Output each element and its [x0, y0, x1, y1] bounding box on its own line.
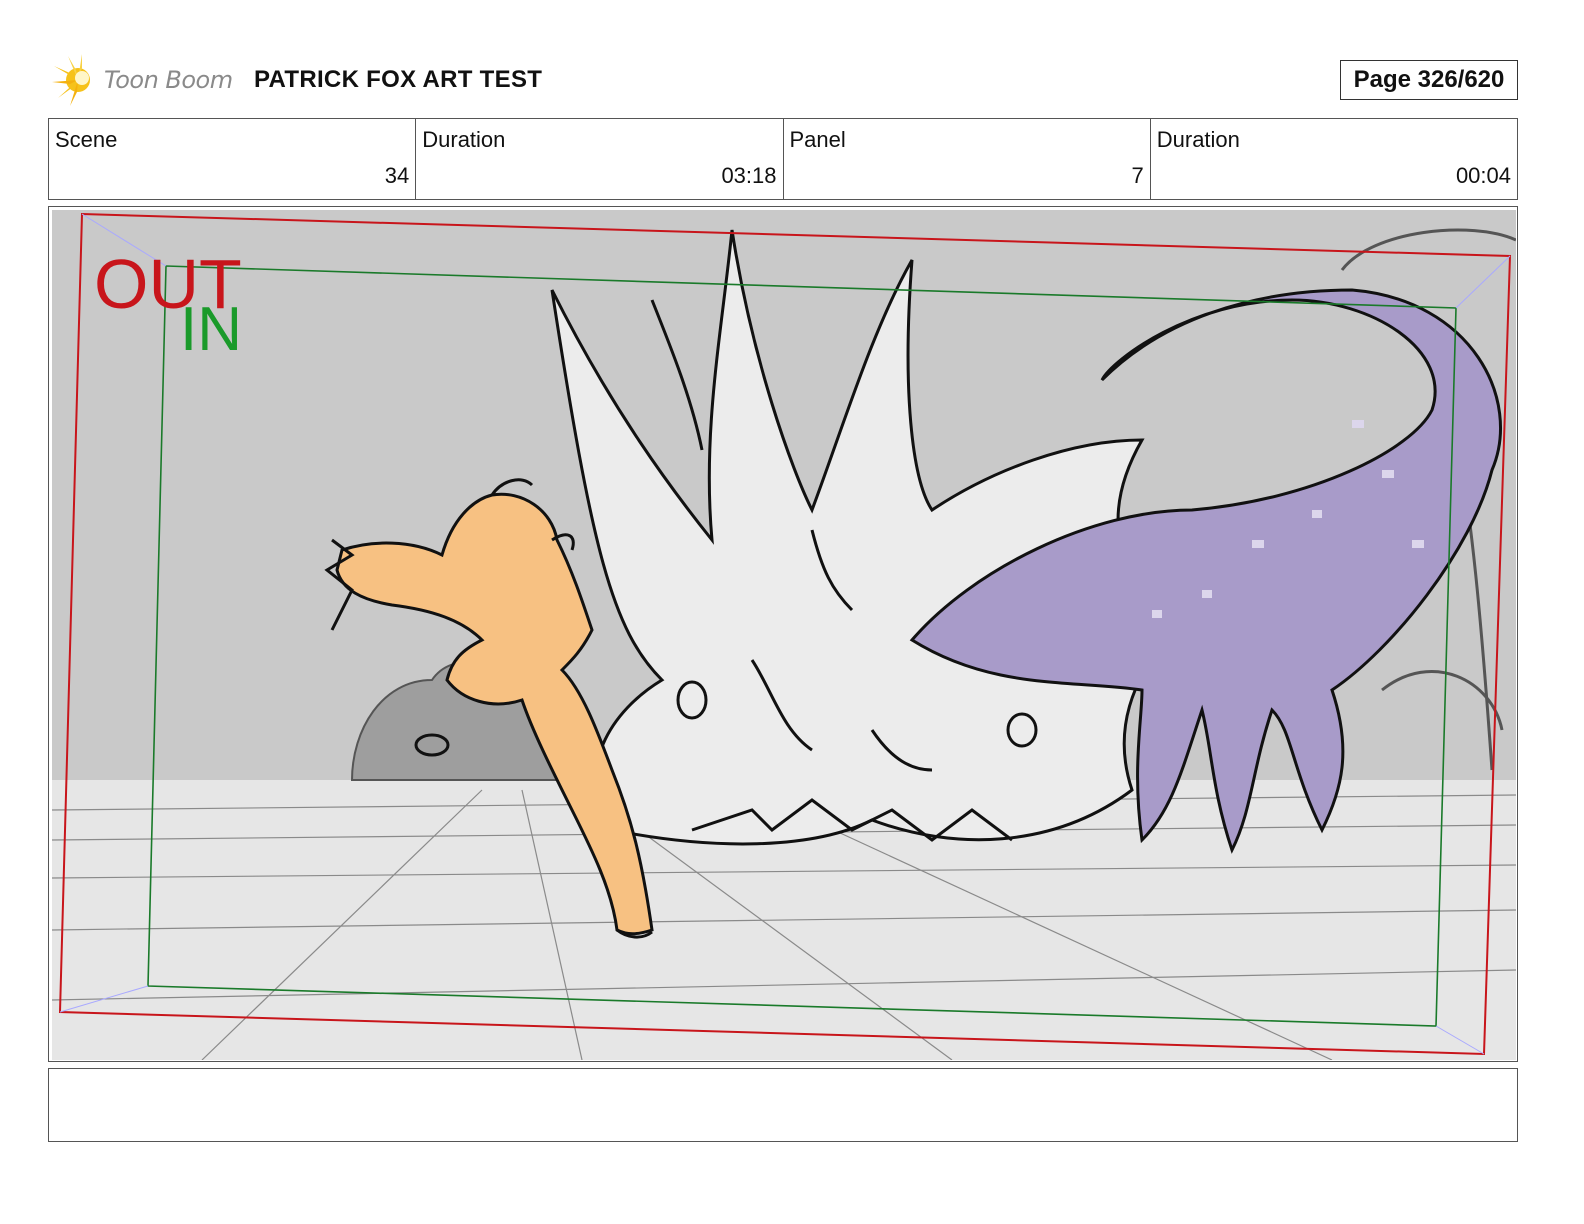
scene-value: 34 — [384, 163, 410, 188]
logo-text: Toon Boom — [104, 66, 233, 94]
page-indicator: Page 326/620 — [1340, 60, 1518, 100]
project-title: PATRICK FOX ART TEST — [254, 66, 543, 93]
in-label: IN — [180, 295, 242, 364]
scene-duration-label: Duration — [422, 127, 506, 152]
panel-duration-value: 00:04 — [1455, 163, 1511, 188]
scene-duration-value: 03:18 — [721, 163, 777, 188]
storyboard-panel: OUT IN — [48, 206, 1518, 1062]
dialogue-box — [48, 1068, 1518, 1142]
scene-info-table: Scene 34 Duration 03:18 Panel 7 Duration… — [48, 118, 1518, 200]
panel-cell: Panel 7 — [784, 119, 1151, 199]
scene-label: Scene — [55, 127, 118, 152]
panel-value: 7 — [1131, 163, 1144, 188]
panel-duration-cell: Duration 00:04 — [1151, 119, 1517, 199]
panel-artwork: OUT IN — [52, 210, 1516, 1060]
scene-duration-cell: Duration 03:18 — [416, 119, 784, 199]
panel-duration-label: Duration — [1156, 127, 1240, 152]
panel-label: Panel — [789, 127, 846, 152]
sunburst-icon — [52, 54, 90, 106]
scene-cell: Scene 34 — [49, 119, 417, 199]
